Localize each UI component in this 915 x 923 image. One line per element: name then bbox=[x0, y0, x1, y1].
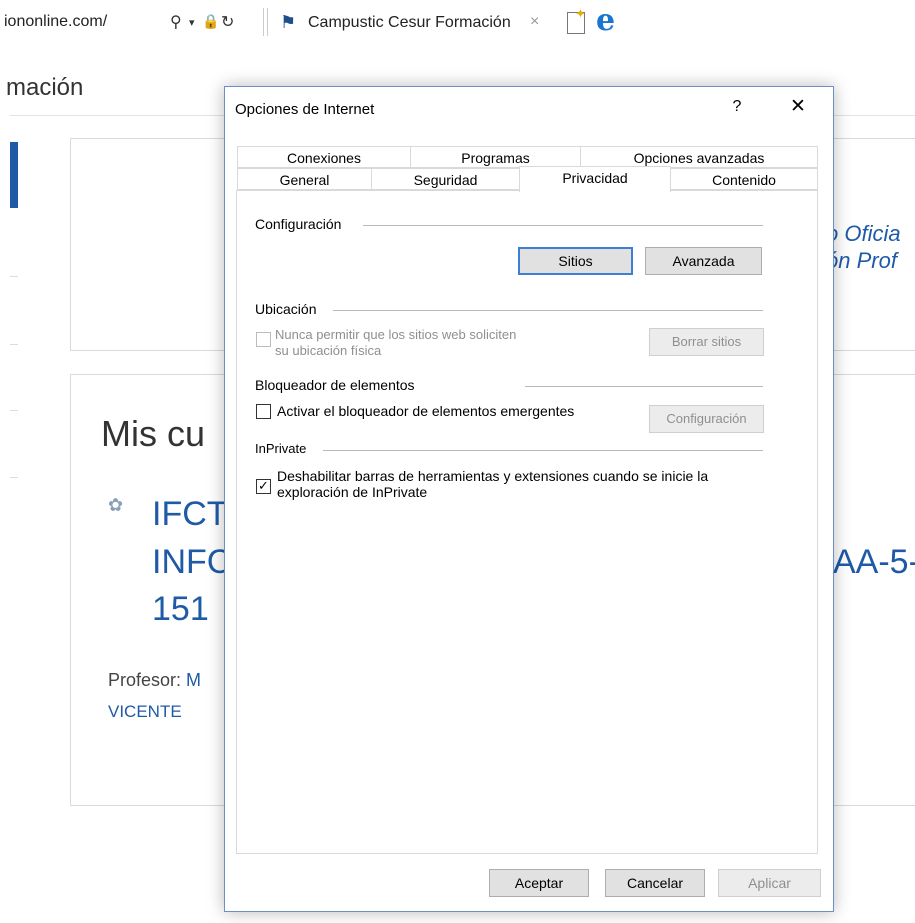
tab-general[interactable]: General bbox=[237, 168, 372, 190]
apply-button[interactable]: Aplicar bbox=[718, 869, 821, 897]
sidebar-divider bbox=[10, 477, 18, 478]
location-label-line1: Nunca permitir que los sitios web solici… bbox=[275, 327, 517, 342]
address-bar-url[interactable]: iononline.com/ bbox=[4, 13, 107, 31]
inprivate-checkbox-label: Deshabilitar barras de herramientas y ex… bbox=[277, 468, 708, 500]
location-checkbox-label: Nunca permitir que los sitios web solici… bbox=[275, 327, 516, 359]
new-tab-star-icon: ✦ bbox=[575, 6, 586, 21]
group-divider bbox=[333, 310, 763, 311]
cancel-button[interactable]: Cancelar bbox=[605, 869, 705, 897]
help-button[interactable]: ? bbox=[725, 95, 749, 119]
chevron-down-icon[interactable]: ▾ bbox=[189, 16, 195, 29]
header-text-line1: o Oficia bbox=[826, 221, 901, 246]
course-link[interactable]: 151 bbox=[152, 590, 209, 629]
clear-sites-button[interactable]: Borrar sitios bbox=[649, 328, 764, 356]
course-link[interactable]: AA-5- bbox=[833, 543, 915, 582]
inprivate-label-line1: Deshabilitar barras de herramientas y ex… bbox=[277, 468, 709, 484]
popup-blocker-label: Activar el bloqueador de elementos emerg… bbox=[277, 403, 575, 419]
separator bbox=[267, 8, 268, 36]
close-button[interactable]: ✕ bbox=[785, 95, 811, 119]
lock-icon[interactable]: 🔒 bbox=[202, 13, 219, 30]
sidebar-divider bbox=[10, 276, 18, 277]
tab-title: Campustic Cesur Formación bbox=[308, 14, 511, 31]
page-title: mación bbox=[6, 74, 84, 101]
dialog-title: Opciones de Internet bbox=[235, 101, 375, 118]
course-link[interactable]: IFCT bbox=[152, 495, 228, 534]
inprivate-label-line2: exploración de InPrivate bbox=[277, 484, 428, 500]
search-icon[interactable]: ⚲ bbox=[170, 12, 182, 32]
tab-conexiones[interactable]: Conexiones bbox=[237, 146, 411, 168]
courses-heading: Mis cu bbox=[101, 413, 206, 454]
sidebar-active-marker bbox=[10, 142, 18, 208]
popup-blocker-checkbox[interactable] bbox=[256, 404, 271, 419]
teacher-link[interactable]: VICENTE bbox=[108, 702, 182, 722]
inprivate-checkbox[interactable]: ✓ bbox=[256, 479, 271, 494]
group-divider bbox=[525, 386, 763, 387]
advanced-button[interactable]: Avanzada bbox=[645, 247, 762, 275]
tab-opciones-avanzadas[interactable]: Opciones avanzadas bbox=[580, 146, 818, 168]
tab-privacidad[interactable]: Privacidad bbox=[519, 166, 671, 192]
teacher-label: Profesor: M bbox=[108, 670, 201, 691]
accept-button[interactable]: Aceptar bbox=[489, 869, 589, 897]
location-checkbox[interactable] bbox=[256, 332, 271, 347]
campustic-favicon-icon: ⚑ bbox=[280, 12, 297, 32]
header-text-line2: ón Prof bbox=[826, 248, 897, 273]
tab-programas[interactable]: Programas bbox=[410, 146, 581, 168]
internet-options-dialog: Opciones de Internet ? ✕ Conexiones Prog… bbox=[224, 86, 834, 912]
tab-contenido[interactable]: Contenido bbox=[670, 168, 818, 190]
sidebar-divider bbox=[10, 410, 18, 411]
privacy-tab-panel: Configuración Sitios Avanzada Ubicación … bbox=[236, 190, 818, 854]
sidebar-divider bbox=[10, 344, 18, 345]
sites-button[interactable]: Sitios bbox=[518, 247, 633, 275]
tab-close-icon[interactable]: × bbox=[530, 13, 539, 31]
browser-toolbar: iononline.com/ ⚲ ▾ 🔒 ↻ ⚑ Campustic Cesur… bbox=[0, 0, 915, 44]
refresh-icon[interactable]: ↻ bbox=[221, 12, 234, 32]
course-icon: ✿ bbox=[108, 495, 124, 515]
teacher-link[interactable]: M bbox=[186, 670, 201, 690]
popup-config-button[interactable]: Configuración bbox=[649, 405, 764, 433]
group-label-inprivate: InPrivate bbox=[255, 441, 307, 456]
group-divider bbox=[323, 450, 763, 451]
header-card-text: o Oficia ón Prof bbox=[826, 220, 901, 274]
teacher-label-text: Profesor: bbox=[108, 670, 187, 690]
group-label-bloqueador: Bloqueador de elementos bbox=[255, 377, 415, 393]
group-label-ubicacion: Ubicación bbox=[255, 301, 317, 317]
course-link[interactable]: INFC bbox=[152, 543, 231, 582]
group-divider bbox=[363, 225, 763, 226]
group-label-configuracion: Configuración bbox=[255, 216, 342, 232]
internet-explorer-icon[interactable]: e bbox=[596, 6, 624, 36]
tab-seguridad[interactable]: Seguridad bbox=[371, 168, 520, 190]
browser-tab[interactable]: ⚑ Campustic Cesur Formación × bbox=[276, 6, 546, 38]
separator bbox=[263, 8, 264, 36]
location-label-line2: su ubicación física bbox=[275, 343, 382, 358]
